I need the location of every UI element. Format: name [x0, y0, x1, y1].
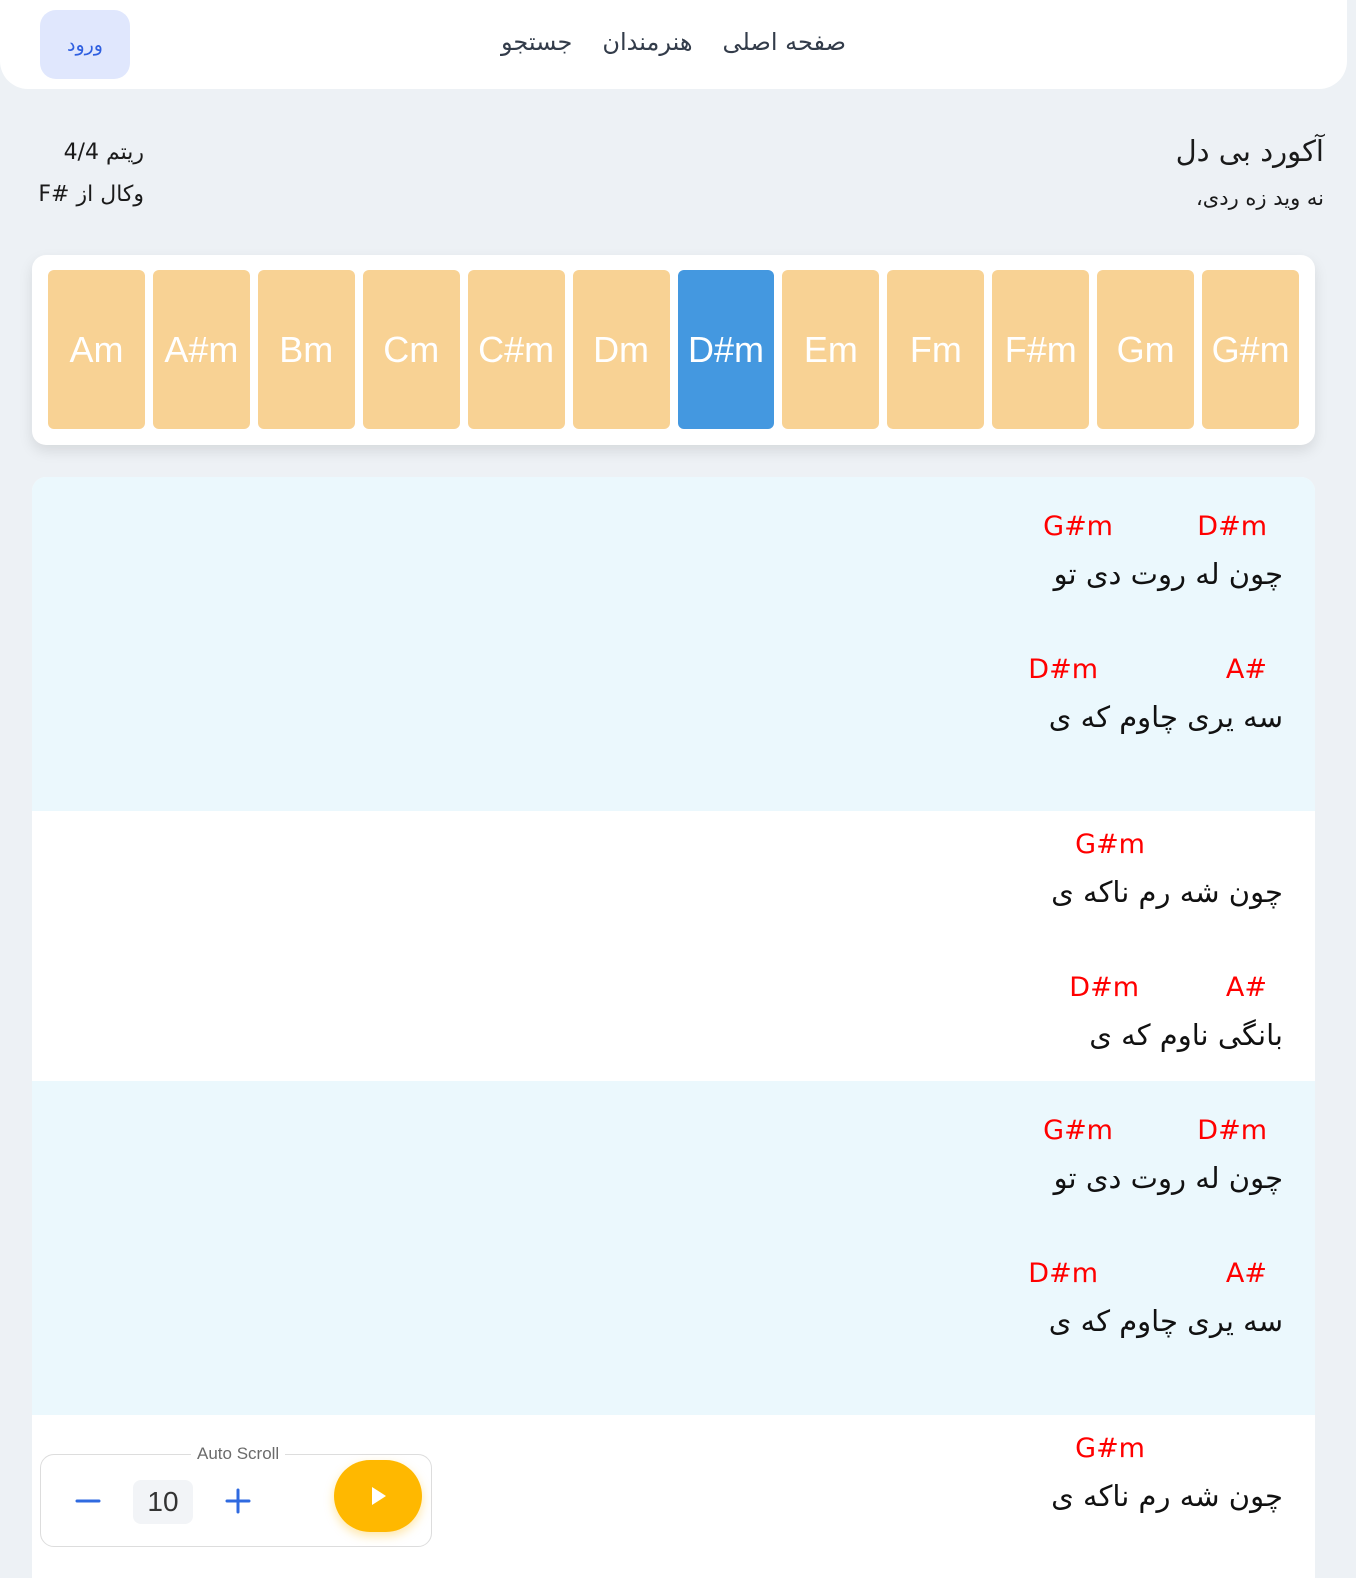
play-button[interactable] — [334, 1460, 422, 1532]
play-icon — [372, 1487, 386, 1505]
autoscroll-control: Auto Scroll 10 — [40, 1444, 432, 1547]
chord-label[interactable]: G#m — [1075, 1433, 1145, 1464]
chord-label[interactable]: D#m — [1028, 654, 1098, 685]
lyric-line: A# D#m سه یری چاوم که ی — [32, 1224, 1315, 1367]
lyric-text: چون شه رم ناکه ی — [1051, 1479, 1283, 1513]
key-button-am[interactable]: Am — [48, 270, 145, 429]
lyric-text: چون له روت دی تو — [1053, 557, 1283, 591]
lyrics-section: G#m چون شه رم ناکه ی A# D#m بانگی ناوم ک… — [32, 811, 1315, 1081]
lyric-line: D#m G#m چون له روت دی تو — [32, 477, 1315, 620]
speed-increase-button[interactable] — [213, 1475, 263, 1527]
speed-value[interactable]: 10 — [133, 1480, 193, 1524]
chord-label[interactable]: G#m — [1043, 511, 1113, 542]
plus-icon — [225, 1488, 251, 1514]
key-button-g-sharp-m[interactable]: G#m — [1202, 270, 1300, 429]
chord-label[interactable]: A# — [1226, 1258, 1267, 1289]
nav-search-link[interactable]: جستجو — [501, 28, 572, 56]
key-button-a-sharp-m[interactable]: A#m — [152, 270, 250, 429]
lyric-text: سه یری چاوم که ی — [1048, 1304, 1283, 1338]
lyric-text: بانگی ناوم که ی — [1089, 1018, 1283, 1052]
key-button-bm[interactable]: Bm — [257, 270, 355, 429]
song-vocal-key: وکال از #F — [38, 182, 144, 207]
minus-icon — [75, 1499, 101, 1503]
key-button-c-sharp-m[interactable]: C#m — [467, 270, 565, 429]
lyric-text: سه یری چاوم که ی — [1048, 700, 1283, 734]
nav-artists-link[interactable]: هنرمندان — [602, 28, 692, 56]
chord-label[interactable]: A# — [1226, 972, 1267, 1003]
lyric-line: G#m چون شه رم ناکه ی — [32, 811, 1315, 954]
key-button-fm[interactable]: Fm — [887, 270, 985, 429]
song-artist[interactable]: نه وید زه ردی، — [1196, 186, 1324, 210]
key-button-dm[interactable]: Dm — [572, 270, 670, 429]
chord-label[interactable]: G#m — [1043, 1115, 1113, 1146]
lyric-line: D#m G#m چون له روت دی تو — [32, 1081, 1315, 1224]
lyrics-section: D#m G#m چون له روت دی تو A# D#m سه یری چ… — [32, 1081, 1315, 1415]
chord-label[interactable]: D#m — [1197, 1115, 1267, 1146]
lyrics-section: D#m G#m چون له روت دی تو A# D#m سه یری چ… — [32, 477, 1315, 811]
chord-label[interactable]: D#m — [1028, 1258, 1098, 1289]
chord-label[interactable]: A# — [1226, 654, 1267, 685]
chord-label[interactable]: G#m — [1075, 829, 1145, 860]
song-title: آکورد بی دل — [1175, 134, 1324, 168]
lyric-text: چون له روت دی تو — [1053, 1161, 1283, 1195]
key-selector: Am A#m Bm Cm C#m Dm D#m Em Fm F#m Gm G#m — [32, 255, 1315, 445]
lyric-line: A# D#m سه یری چاوم که ی — [32, 620, 1315, 763]
lyric-line: A# D#m بانگی ناوم که ی — [32, 954, 1315, 1081]
chord-label[interactable]: D#m — [1069, 972, 1139, 1003]
chord-label[interactable]: D#m — [1197, 511, 1267, 542]
nav-home-link[interactable]: صفحه اصلی — [723, 28, 847, 56]
top-navbar: ورود صفحه اصلی هنرمندان جستجو — [0, 0, 1347, 89]
autoscroll-label: Auto Scroll — [191, 1444, 286, 1464]
lyrics-area: D#m G#m چون له روت دی تو A# D#m سه یری چ… — [32, 477, 1315, 1578]
key-button-gm[interactable]: Gm — [1097, 270, 1195, 429]
song-rhythm: ریتم 4/4 — [63, 140, 144, 165]
key-button-f-sharp-m[interactable]: F#m — [992, 270, 1090, 429]
key-button-d-sharp-m[interactable]: D#m — [677, 270, 775, 429]
speed-decrease-button[interactable] — [63, 1475, 113, 1527]
lyric-text: چون شه رم ناکه ی — [1051, 875, 1283, 909]
key-button-em[interactable]: Em — [782, 270, 880, 429]
key-button-cm[interactable]: Cm — [362, 270, 460, 429]
main-nav: صفحه اصلی هنرمندان جستجو — [0, 28, 1347, 56]
